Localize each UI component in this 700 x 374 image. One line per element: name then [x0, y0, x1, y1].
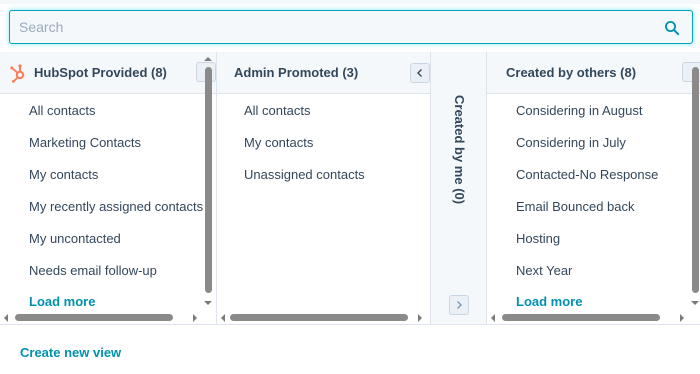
scroll-right-arrow[interactable]: [680, 314, 684, 322]
column-created-by-me-collapsed[interactable]: Created by me (0): [430, 52, 487, 324]
horizontal-scrollbar-thumb[interactable]: [230, 314, 408, 321]
list-item[interactable]: Next Year: [516, 263, 572, 278]
list-item[interactable]: Email Bounced back: [516, 199, 635, 214]
top-strip: [0, 0, 700, 4]
column-admin-promoted: Admin Promoted (3) All contacts My conta…: [217, 52, 430, 324]
list-item[interactable]: All contacts: [244, 103, 310, 118]
column-title-vertical: Created by me (0): [452, 95, 467, 205]
list-item[interactable]: Unassigned contacts: [244, 167, 365, 182]
list-item[interactable]: My contacts: [29, 167, 98, 182]
column-header: HubSpot Provided (8): [0, 52, 216, 94]
list-item[interactable]: Contacted-No Response: [516, 167, 658, 182]
hubspot-sprocket-icon: [10, 64, 25, 83]
search-icon[interactable]: [664, 20, 680, 36]
column-title: HubSpot Provided (8): [34, 65, 167, 80]
list-item[interactable]: Considering in August: [516, 103, 642, 118]
expand-column-button[interactable]: [449, 295, 469, 315]
horizontal-scrollbar-thumb[interactable]: [502, 314, 660, 321]
load-more-link[interactable]: Load more: [29, 294, 95, 309]
search-box[interactable]: [9, 10, 693, 44]
create-new-view-link[interactable]: Create new view: [20, 345, 121, 360]
list-item[interactable]: All contacts: [29, 103, 95, 118]
column-created-by-others: Created by others (8) Considering in Aug…: [487, 52, 700, 324]
chevron-right-icon: [457, 301, 462, 309]
scrollbar-thumb[interactable]: [692, 67, 699, 293]
collapse-column-button[interactable]: [410, 63, 430, 83]
vertical-scrollbar[interactable]: [690, 52, 700, 314]
scroll-left-arrow[interactable]: [491, 314, 495, 322]
search-input[interactable]: [10, 11, 692, 43]
scrollbar-thumb[interactable]: [205, 67, 212, 293]
scroll-left-arrow[interactable]: [4, 314, 8, 322]
horizontal-scrollbar-thumb[interactable]: [15, 314, 173, 321]
scroll-down-arrow[interactable]: [204, 301, 212, 305]
list-item[interactable]: My uncontacted: [29, 231, 121, 246]
list-item[interactable]: Needs email follow-up: [29, 263, 157, 278]
list-item[interactable]: Marketing Contacts: [29, 135, 141, 150]
scroll-right-arrow[interactable]: [193, 314, 197, 322]
load-more-link[interactable]: Load more: [516, 294, 582, 309]
chevron-left-icon: [417, 69, 422, 77]
list-item[interactable]: My contacts: [244, 135, 313, 150]
column-title: Admin Promoted (3): [234, 65, 359, 80]
column-title: Created by others (8): [506, 65, 637, 80]
scroll-right-arrow[interactable]: [418, 314, 422, 322]
column-header: Created by others (8): [487, 52, 700, 94]
list-item[interactable]: My recently assigned contacts: [29, 199, 203, 214]
column-hubspot-provided: HubSpot Provided (8) All contacts Market…: [0, 52, 216, 324]
scroll-up-arrow[interactable]: [204, 57, 212, 61]
list-item[interactable]: Hosting: [516, 231, 560, 246]
views-panel: HubSpot Provided (8) All contacts Market…: [0, 52, 700, 324]
scroll-left-arrow[interactable]: [221, 314, 225, 322]
vertical-scrollbar[interactable]: [203, 52, 213, 314]
footer: Create new view: [0, 324, 700, 374]
column-header: Admin Promoted (3): [217, 52, 430, 94]
scroll-down-arrow[interactable]: [691, 301, 699, 305]
list-item[interactable]: Considering in July: [516, 135, 626, 150]
